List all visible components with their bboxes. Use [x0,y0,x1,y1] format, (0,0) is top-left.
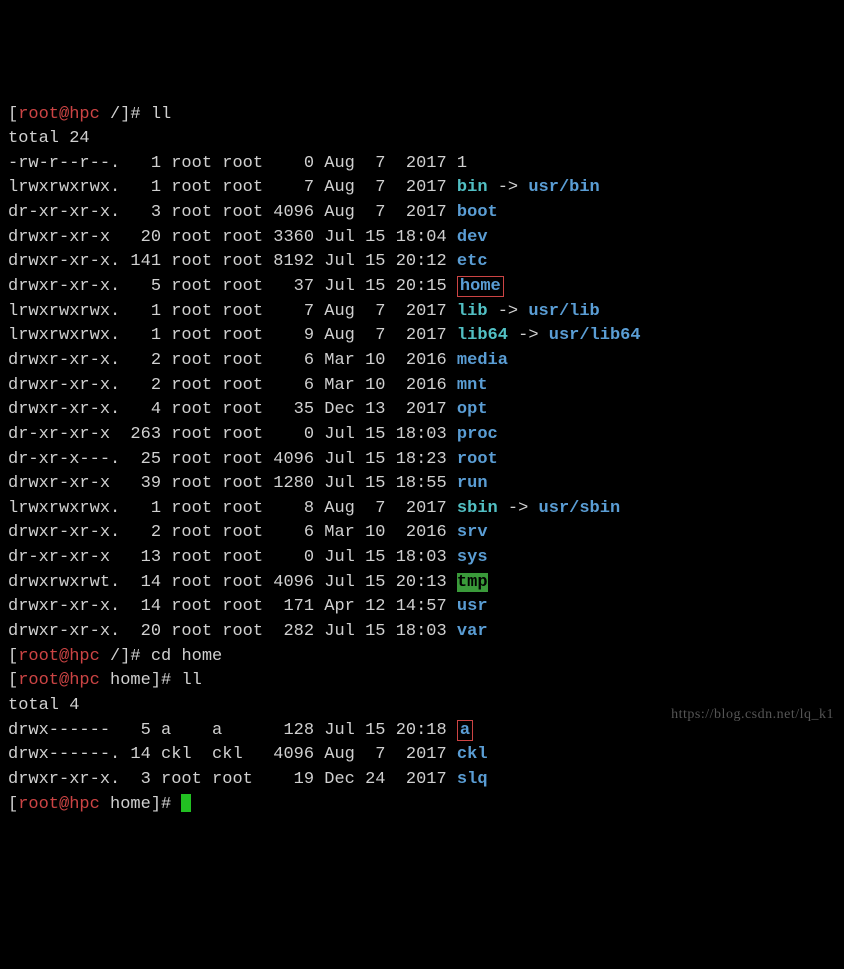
file-row: dr-xr-xr-x. 3 root root 4096 Aug 7 2017 … [8,201,836,226]
file-row: drwxr-xr-x. 2 root root 6 Mar 10 2016 me… [8,349,836,374]
prompt-line: [root@hpc home]# ll [8,669,836,694]
file-row: drwxr-xr-x. 3 root root 19 Dec 24 2017 s… [8,768,836,793]
file-row: drwxr-xr-x. 14 root root 171 Apr 12 14:5… [8,595,836,620]
cursor [181,794,191,812]
total-line: total 24 [8,127,836,152]
file-row: lrwxrwxrwx. 1 root root 7 Aug 7 2017 lib… [8,300,836,325]
prompt-line: [root@hpc /]# cd home [8,645,836,670]
file-row: drwxr-xr-x 39 root root 1280 Jul 15 18:5… [8,472,836,497]
prompt-line: [root@hpc /]# ll [8,103,836,128]
watermark-text: https://blog.csdn.net/lq_k1 [671,705,834,725]
file-row: -rw-r--r--. 1 root root 0 Aug 7 2017 1 [8,152,836,177]
prompt-line: [root@hpc home]# [8,793,836,818]
file-row: drwxr-xr-x. 5 root root 37 Jul 15 20:15 … [8,275,836,300]
file-row: drwxr-xr-x 20 root root 3360 Jul 15 18:0… [8,226,836,251]
file-row: lrwxrwxrwx. 1 root root 7 Aug 7 2017 bin… [8,176,836,201]
file-row: lrwxrwxrwx. 1 root root 8 Aug 7 2017 sbi… [8,497,836,522]
file-row: drwxr-xr-x. 20 root root 282 Jul 15 18:0… [8,620,836,645]
file-row: dr-xr-xr-x 263 root root 0 Jul 15 18:03 … [8,423,836,448]
file-row: dr-xr-x---. 25 root root 4096 Jul 15 18:… [8,448,836,473]
file-row: drwxrwxrwt. 14 root root 4096 Jul 15 20:… [8,571,836,596]
file-row: drwx------. 14 ckl ckl 4096 Aug 7 2017 c… [8,743,836,768]
file-row: drwxr-xr-x. 4 root root 35 Dec 13 2017 o… [8,398,836,423]
file-row: drwxr-xr-x. 2 root root 6 Mar 10 2016 mn… [8,374,836,399]
file-row: drwxr-xr-x. 141 root root 8192 Jul 15 20… [8,250,836,275]
file-row: drwxr-xr-x. 2 root root 6 Mar 10 2016 sr… [8,521,836,546]
file-row: dr-xr-xr-x 13 root root 0 Jul 15 18:03 s… [8,546,836,571]
file-row: lrwxrwxrwx. 1 root root 9 Aug 7 2017 lib… [8,324,836,349]
